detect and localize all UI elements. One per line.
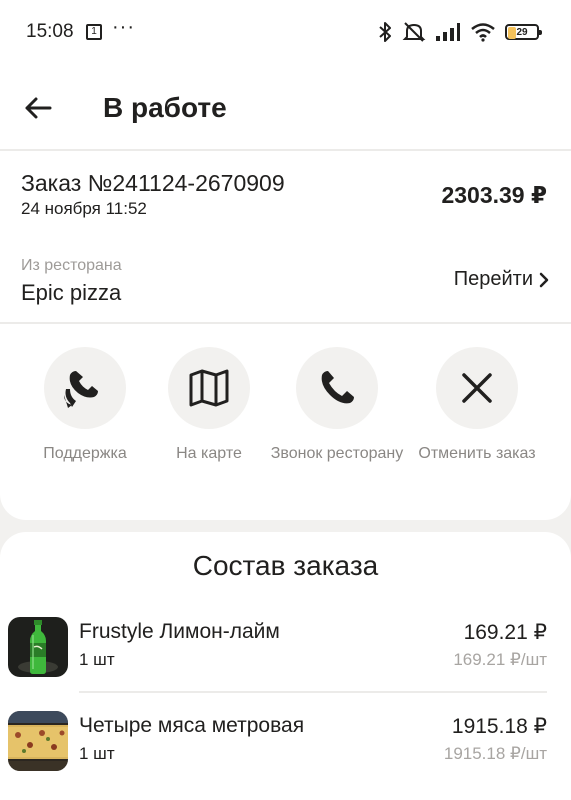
item-name: Frustyle Лимон-лайм	[79, 620, 280, 643]
signal-icon	[436, 23, 460, 41]
status-bar: 15:08 1 ··· 29	[0, 0, 571, 62]
order-total: 2303.39 ₽	[441, 182, 547, 208]
support-phone-icon	[64, 371, 98, 408]
support-button[interactable]: Поддержка	[15, 347, 155, 464]
section-title: Состав заказа	[192, 550, 379, 581]
battery-icon: 29	[505, 24, 542, 40]
map-icon	[189, 369, 229, 407]
order-composition-card: Состав заказа Frustyle Лимон-лайм 1 шт 1…	[0, 532, 571, 800]
item-price: 1915.18 ₽	[451, 715, 547, 738]
wifi-icon	[471, 23, 495, 42]
phone-icon	[321, 371, 354, 404]
item-name: Четыре мяса метровая	[79, 714, 305, 737]
item-quantity: 1 шт	[79, 650, 115, 669]
list-item[interactable]: Frustyle Лимон-лайм 1 шт 169.21 ₽ 169.21…	[0, 617, 571, 689]
chevron-right-icon	[539, 272, 549, 287]
divider	[0, 322, 571, 324]
call-circle	[296, 347, 378, 429]
support-label: Поддержка	[43, 445, 127, 462]
call-restaurant-button[interactable]: Звонок ресторану	[267, 347, 407, 464]
notification-badge-icon: 1	[86, 24, 102, 40]
goto-restaurant-link[interactable]: Перейти	[454, 268, 549, 291]
map-label: На карте	[176, 445, 242, 462]
support-circle	[44, 347, 126, 429]
order-date: 24 ноября 11:52	[21, 199, 147, 218]
cancel-label: Отменить заказ	[418, 445, 536, 462]
battery-level: 29	[516, 26, 528, 38]
more-notifications-icon: ···	[112, 16, 135, 38]
item-price: 169.21 ₽	[463, 621, 547, 644]
item-quantity: 1 шт	[79, 744, 115, 763]
status-time: 15:08	[26, 21, 74, 42]
divider	[79, 691, 547, 693]
meter-pizza-image	[8, 711, 68, 771]
item-unit-price: 169.21 ₽/шт	[453, 650, 547, 669]
divider	[0, 149, 571, 151]
restaurant-name: Epic pizza	[21, 280, 122, 305]
cancel-circle	[436, 347, 518, 429]
status-icons: 29	[377, 20, 542, 44]
arrow-left-icon	[25, 97, 52, 119]
restaurant-caption: Из ресторана	[21, 257, 122, 274]
cancel-order-button[interactable]: Отменить заказ	[407, 347, 547, 464]
order-card: В работе Заказ №241124-2670909 24 ноября…	[0, 62, 571, 520]
map-button[interactable]: На карте	[139, 347, 279, 464]
goto-label: Перейти	[453, 268, 533, 290]
item-unit-price: 1915.18 ₽/шт	[443, 744, 547, 763]
map-circle	[168, 347, 250, 429]
green-bottle-image	[8, 617, 68, 677]
list-item[interactable]: Четыре мяса метровая 1 шт 1915.18 ₽ 1915…	[0, 711, 571, 783]
header: В работе	[0, 62, 571, 150]
back-button[interactable]	[22, 92, 54, 124]
call-label: Звонок ресторану	[270, 445, 404, 462]
close-icon	[462, 373, 492, 403]
mute-bell-icon	[402, 22, 426, 42]
order-number: Заказ №241124-2670909	[21, 170, 285, 196]
bluetooth-icon	[379, 22, 391, 42]
page-title: В работе	[103, 92, 227, 123]
